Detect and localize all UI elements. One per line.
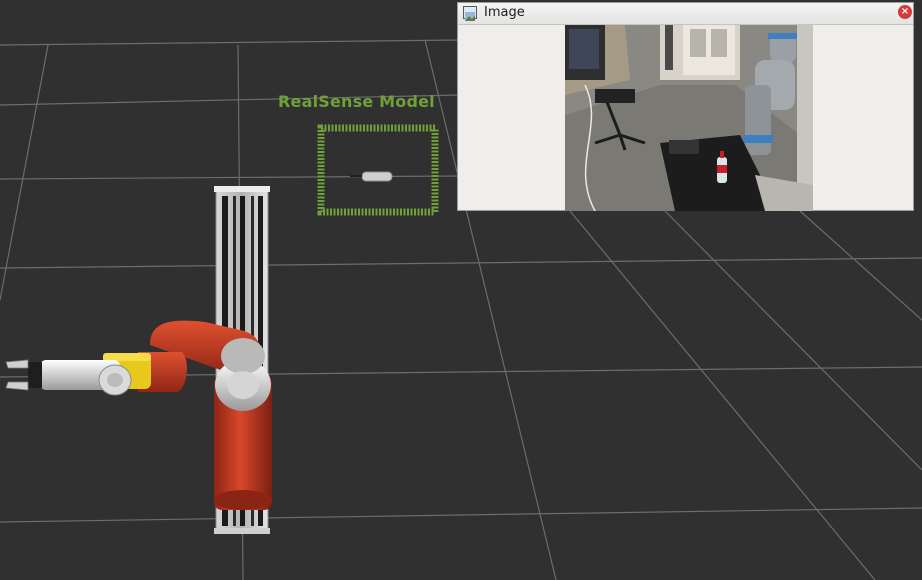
image-window[interactable]: Image × <box>457 2 914 211</box>
robot-model[interactable] <box>5 186 272 534</box>
close-icon[interactable]: × <box>898 5 912 19</box>
image-icon <box>463 6 477 21</box>
realsense-model-label: RealSense Model <box>278 92 435 111</box>
realsense-model-marker[interactable] <box>317 124 439 216</box>
camera-image <box>565 25 813 211</box>
image-window-title: Image <box>484 5 525 20</box>
image-window-titlebar[interactable]: Image × <box>458 3 913 25</box>
